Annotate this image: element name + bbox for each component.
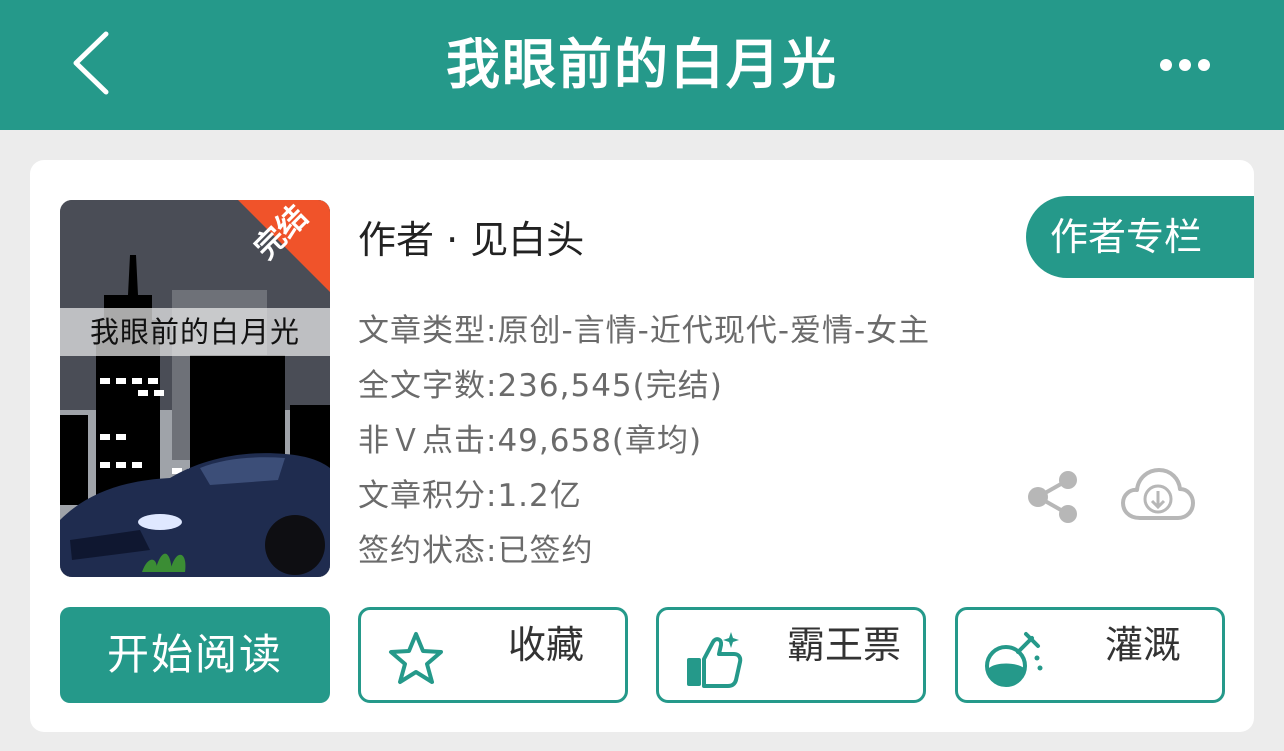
page-title: 我眼前的白月光 xyxy=(446,33,838,96)
info-sign-status: 签约状态:已签约 xyxy=(358,533,594,569)
irrigate-label: 灌溉 xyxy=(1104,623,1181,667)
thumbs-up-icon xyxy=(687,632,743,688)
author-column-button[interactable]: 作者专栏 xyxy=(1026,196,1254,278)
vote-button[interactable]: 霸王票 xyxy=(656,607,926,703)
info-score: 文章积分:1.2亿 xyxy=(358,478,582,514)
irrigate-button[interactable]: 灌溉 xyxy=(955,607,1225,703)
download-button[interactable] xyxy=(1120,466,1196,524)
chevron-left-icon xyxy=(73,31,109,95)
cloud-download-icon xyxy=(1121,468,1195,520)
cover-title-banner: 我眼前的白月光 xyxy=(60,308,330,356)
info-word-count: 全文字数:236,545(完结) xyxy=(358,368,723,404)
collect-label: 收藏 xyxy=(507,623,584,667)
info-article-type: 文章类型:原创-言情-近代现代-爱情-女主 xyxy=(358,313,931,349)
more-button[interactable] xyxy=(1150,48,1220,82)
star-icon xyxy=(389,632,443,684)
collect-button[interactable]: 收藏 xyxy=(358,607,628,703)
share-button[interactable] xyxy=(1024,468,1082,526)
info-clicks: 非Ｖ点击:49,658(章均) xyxy=(358,423,703,459)
author-name[interactable]: 作者 · 见白头 xyxy=(358,212,584,268)
ellipsis-icon xyxy=(1160,59,1210,71)
back-button[interactable] xyxy=(62,28,122,98)
vote-label: 霸王票 xyxy=(786,623,901,667)
share-icon xyxy=(1028,471,1077,523)
top-nav-bar: 我眼前的白月光 xyxy=(0,0,1284,130)
flask-icon xyxy=(985,632,1043,687)
start-reading-button[interactable]: 开始阅读 xyxy=(60,607,330,703)
